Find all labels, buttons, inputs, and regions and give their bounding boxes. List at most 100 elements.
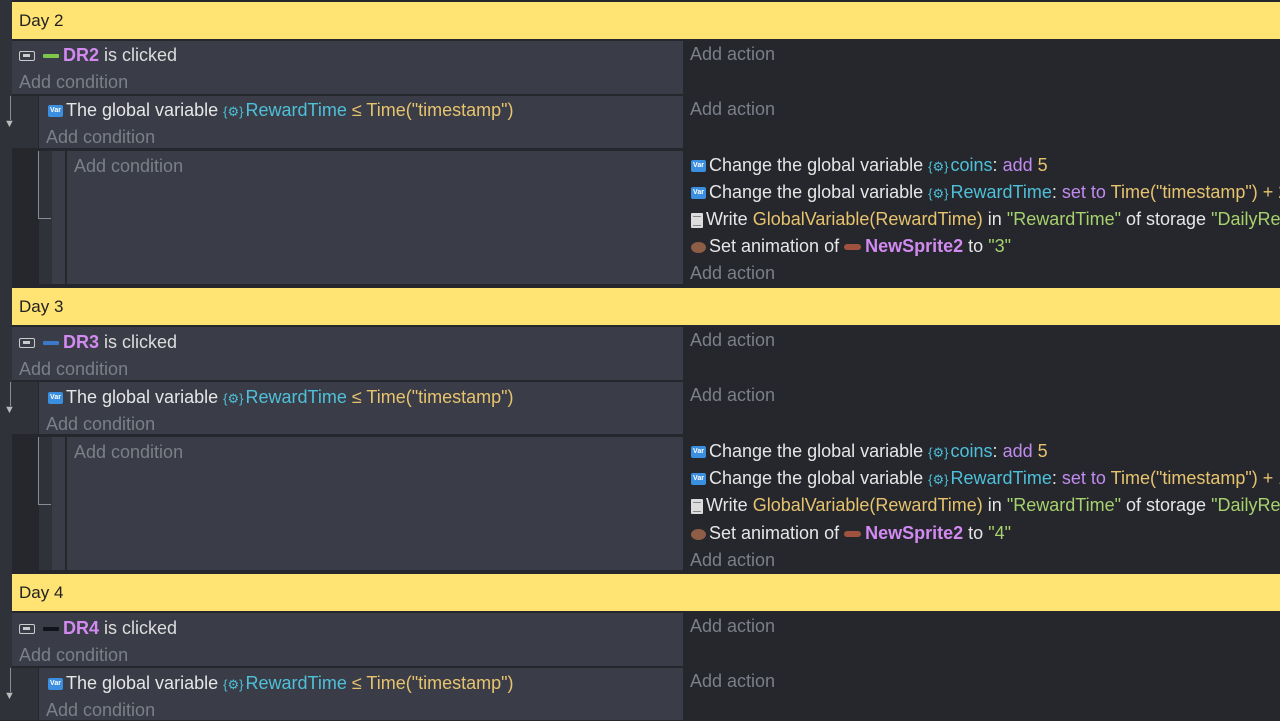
- group-title: Day 2: [19, 11, 64, 30]
- action-change-rewardtime[interactable]: Var Change the global variable {⚙} RewardT…: [691, 181, 1280, 205]
- value: 5: [1037, 441, 1048, 461]
- condition-text: is clicked: [104, 45, 178, 65]
- action-write-storage[interactable]: Write GlobalVariable(RewardTime) in "Rew…: [691, 494, 1280, 516]
- separator: :: [992, 441, 998, 461]
- condition-text: is clicked: [104, 618, 178, 638]
- mouse-icon: [19, 624, 35, 635]
- global-variable-icon: {⚙}: [223, 391, 244, 406]
- operator: ≤: [351, 100, 362, 120]
- condition-text: is clicked: [104, 332, 178, 352]
- variable-name: RewardTime: [245, 673, 347, 693]
- object-color-icon: [43, 627, 60, 632]
- add-action-link[interactable]: Add action: [690, 43, 775, 65]
- action-change-coins[interactable]: Var Change the global variable {⚙} coins: …: [691, 440, 1048, 464]
- collapse-arrow-icon[interactable]: ▼: [4, 404, 15, 416]
- separator: :: [1051, 182, 1057, 202]
- global-variable-icon: {⚙}: [928, 186, 949, 201]
- tree-line: [38, 218, 51, 219]
- add-condition-link[interactable]: Add condition: [46, 126, 155, 148]
- string-value: "4": [988, 523, 1011, 543]
- action-text: in: [987, 495, 1002, 515]
- operator: set to: [1061, 468, 1106, 488]
- variable-name: RewardTime: [950, 468, 1052, 488]
- action-text: Change the global variable: [709, 468, 924, 488]
- condition-text: The global variable: [66, 100, 219, 120]
- condition-object-clicked[interactable]: DR4 is clicked: [19, 617, 177, 639]
- object-color-icon: [43, 341, 60, 346]
- action-text: in: [987, 209, 1002, 229]
- add-condition-link[interactable]: Add condition: [19, 644, 128, 666]
- expression-suffix: + 20: [1262, 182, 1280, 202]
- action-text: of storage: [1125, 495, 1207, 515]
- object-name: NewSprite2: [865, 236, 964, 256]
- action-write-storage[interactable]: Write GlobalVariable(RewardTime) in "Rew…: [691, 208, 1280, 230]
- add-action-link[interactable]: Add action: [690, 384, 775, 406]
- add-action-link[interactable]: Add action: [690, 329, 775, 351]
- add-action-link[interactable]: Add action: [690, 98, 775, 120]
- condition-global-variable[interactable]: Var The global variable {⚙} RewardTime ≤ T…: [48, 672, 514, 696]
- expression: GlobalVariable(RewardTime): [752, 495, 983, 515]
- sprite-icon: [844, 244, 862, 251]
- condition-object-clicked[interactable]: DR2 is clicked: [19, 44, 177, 66]
- add-condition-link[interactable]: Add condition: [19, 358, 128, 380]
- operator: add: [1002, 155, 1033, 175]
- tree-line: [10, 382, 11, 406]
- add-action-link[interactable]: Add action: [690, 615, 775, 637]
- separator: :: [992, 155, 998, 175]
- collapse-arrow-icon[interactable]: ▼: [4, 690, 15, 702]
- action-text: to: [968, 236, 984, 256]
- expression: Time("timestamp"): [1110, 182, 1258, 202]
- group-header-day3[interactable]: Day 3: [12, 288, 1280, 325]
- action-set-animation[interactable]: Set animation of NewSprite2 to "4": [691, 522, 1011, 544]
- condition-global-variable[interactable]: Var The global variable {⚙} RewardTime ≤ T…: [48, 386, 514, 410]
- sprite-icon: [844, 531, 862, 538]
- add-condition-link[interactable]: Add condition: [46, 699, 155, 721]
- expression: GlobalVariable(RewardTime): [752, 209, 983, 229]
- add-action-link[interactable]: Add action: [690, 670, 775, 692]
- add-condition-link[interactable]: Add condition: [19, 71, 128, 93]
- global-variable-icon: {⚙}: [223, 104, 244, 119]
- add-condition-link[interactable]: Add condition: [46, 413, 155, 435]
- variable-icon: Var: [48, 678, 63, 691]
- action-change-rewardtime[interactable]: Var Change the global variable {⚙} RewardT…: [691, 467, 1280, 491]
- action-text: Set animation of: [709, 236, 840, 256]
- operator: ≤: [351, 673, 362, 693]
- condition-text: The global variable: [66, 673, 219, 693]
- variable-name: coins: [950, 441, 993, 461]
- variable-name: RewardTime: [950, 182, 1052, 202]
- object-color-icon: [43, 54, 60, 59]
- group-header-day4[interactable]: Day 4: [12, 574, 1280, 611]
- tree-line: [38, 437, 39, 505]
- collapse-arrow-icon[interactable]: ▼: [4, 118, 15, 130]
- action-set-animation[interactable]: Set animation of NewSprite2 to "3": [691, 235, 1011, 257]
- mouse-icon: [19, 338, 35, 349]
- variable-name: coins: [950, 155, 993, 175]
- global-variable-icon: {⚙}: [928, 472, 949, 487]
- action-text: Change the global variable: [709, 155, 924, 175]
- value: 5: [1037, 155, 1048, 175]
- action-text: Change the global variable: [709, 182, 924, 202]
- string-value: "RewardTime": [1006, 209, 1121, 229]
- add-action-link[interactable]: Add action: [690, 549, 775, 571]
- add-action-link[interactable]: Add action: [690, 262, 775, 284]
- add-condition-link[interactable]: Add condition: [74, 155, 183, 177]
- string-value: "RewardTime": [1006, 495, 1121, 515]
- condition-global-variable[interactable]: Var The global variable {⚙} RewardTime ≤ T…: [48, 99, 514, 123]
- group-header-day2[interactable]: Day 2: [12, 2, 1280, 39]
- condition-object-clicked[interactable]: DR3 is clicked: [19, 331, 177, 353]
- global-variable-icon: {⚙}: [928, 445, 949, 460]
- object-name: NewSprite2: [865, 523, 964, 543]
- action-text: Change the global variable: [709, 441, 924, 461]
- animation-icon: [691, 528, 706, 540]
- variable-icon: Var: [691, 187, 706, 200]
- expression-suffix: + 10: [1262, 468, 1280, 488]
- action-text: of storage: [1125, 209, 1207, 229]
- object-name: DR4: [63, 618, 100, 638]
- tree-line: [38, 504, 51, 505]
- variable-name: RewardTime: [245, 387, 347, 407]
- expression: Time("timestamp"): [366, 387, 514, 407]
- expression: Time("timestamp"): [366, 673, 514, 693]
- action-text: Write: [706, 495, 748, 515]
- add-condition-link[interactable]: Add condition: [74, 441, 183, 463]
- action-change-coins[interactable]: Var Change the global variable {⚙} coins: …: [691, 154, 1048, 178]
